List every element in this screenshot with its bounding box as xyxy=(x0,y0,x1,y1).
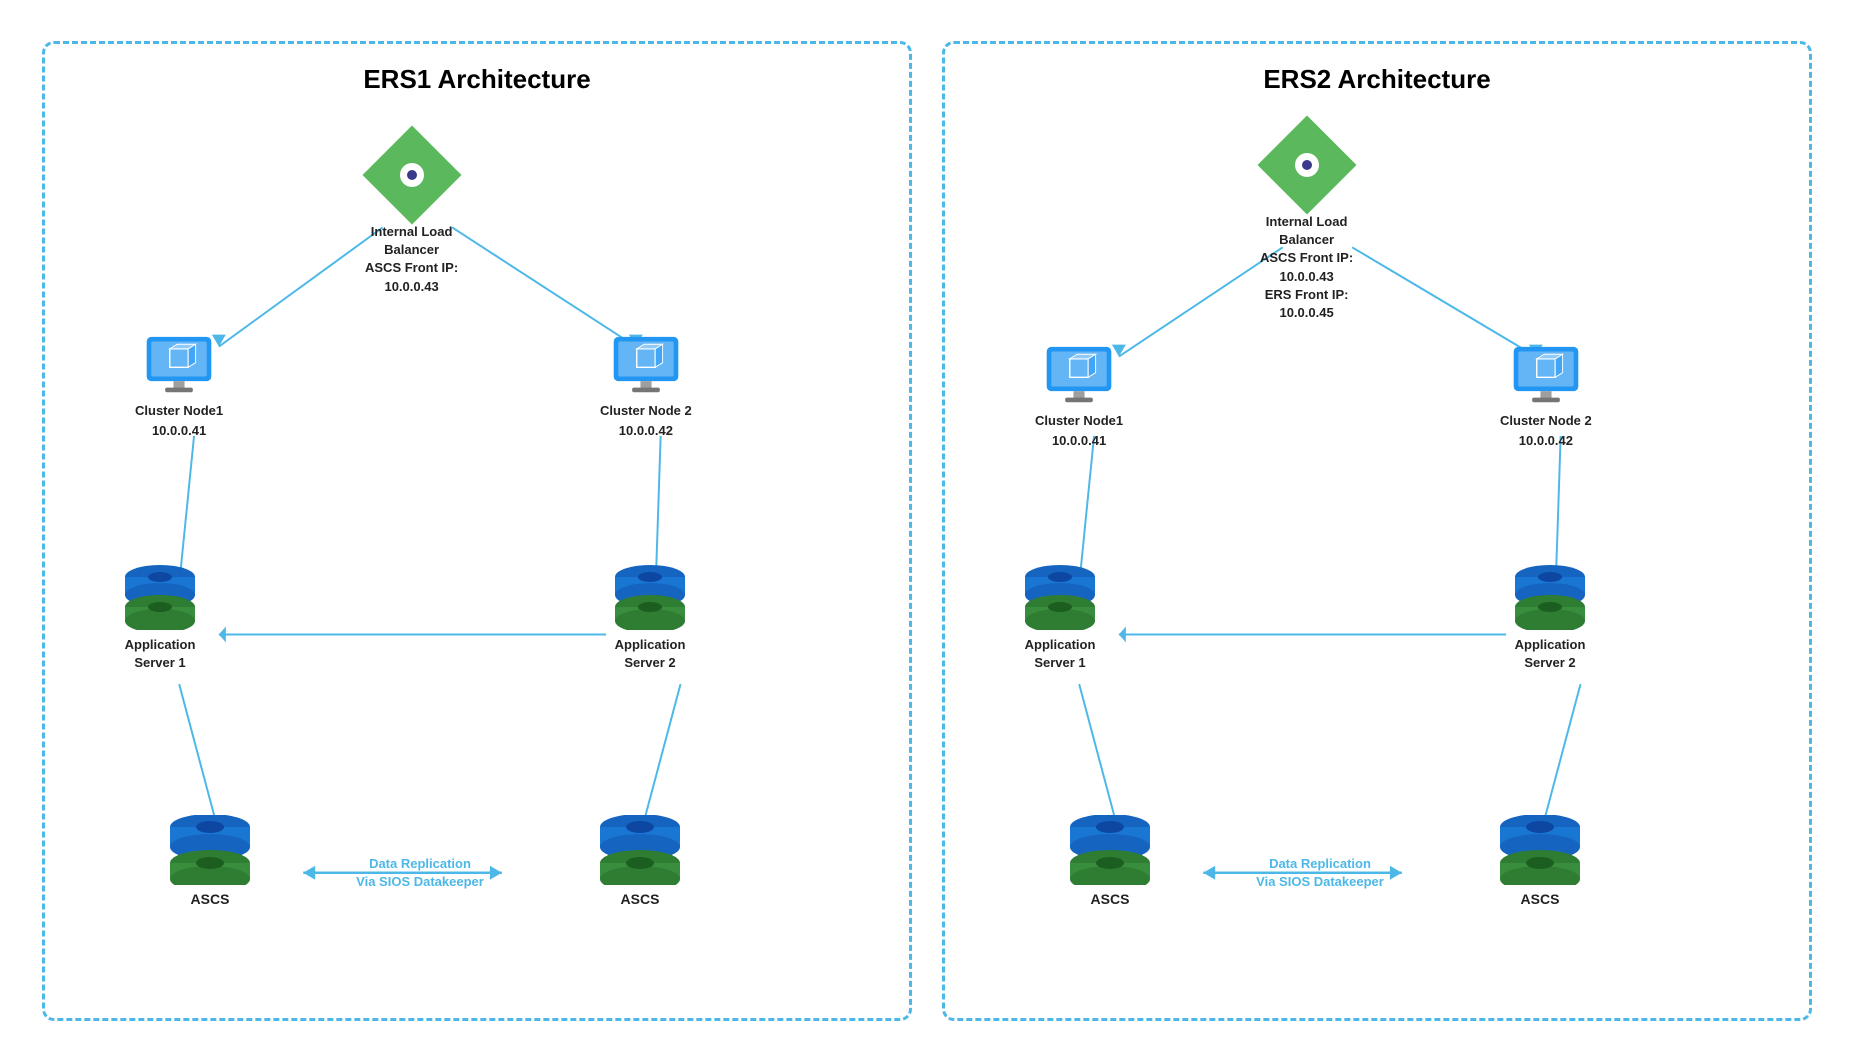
ers1-node2-label: Cluster Node 2 10.0.0.42 xyxy=(600,401,692,440)
ers2-appserver2-label: Application Server 2 xyxy=(1515,636,1586,672)
ers1-ascs2-label: ASCS xyxy=(621,891,660,907)
ers1-lb-icon: ✛ Internal Load Balancer ASCS Front IP: … xyxy=(365,135,458,296)
ers2-lb-icon: ✛ Internal Load Balancer ASCS Front IP: … xyxy=(1260,125,1353,322)
ers2-ascs1: ASCS xyxy=(1065,815,1155,907)
ers1-appserver1-label: Application Server 1 xyxy=(125,636,196,672)
ers2-cluster-node2: Cluster Node 2 10.0.0.42 xyxy=(1500,345,1592,450)
ers1-ascs2: ASCS xyxy=(595,815,685,907)
ers2-ascs2: ASCS xyxy=(1495,815,1585,907)
ers2-ascs1-label: ASCS xyxy=(1091,891,1130,907)
ers2-lb-label: Internal Load Balancer ASCS Front IP: 10… xyxy=(1260,213,1353,322)
ers2-ascs2-label: ASCS xyxy=(1521,891,1560,907)
ers1-ascs1: ASCS xyxy=(165,815,255,907)
ers1-appserver2: Application Server 2 xyxy=(610,565,690,672)
ers2-replication-label: Data Replication Via SIOS Datakeeper xyxy=(1220,855,1420,891)
page-container: ERS1 Architecture xyxy=(0,0,1854,1062)
ers2-diagram: ✛ Internal Load Balancer ASCS Front IP: … xyxy=(965,105,1789,1025)
ers1-title: ERS1 Architecture xyxy=(65,64,889,95)
ers1-cluster-node2: Cluster Node 2 10.0.0.42 xyxy=(600,335,692,440)
ers1-box: ERS1 Architecture xyxy=(42,41,912,1021)
ers1-appserver2-label: Application Server 2 xyxy=(615,636,686,672)
ers2-appserver1-label: Application Server 1 xyxy=(1025,636,1096,672)
ers1-diagram: ✛ Internal Load Balancer ASCS Front IP: … xyxy=(65,105,889,1025)
ers2-appserver2: Application Server 2 xyxy=(1510,565,1590,672)
ers1-cluster-node1: Cluster Node1 10.0.0.41 xyxy=(135,335,223,440)
ers2-node1-label: Cluster Node1 10.0.0.41 xyxy=(1035,411,1123,450)
ers1-appserver1: Application Server 1 xyxy=(120,565,200,672)
ers2-title: ERS2 Architecture xyxy=(965,64,1789,95)
ers1-ascs1-label: ASCS xyxy=(191,891,230,907)
ers2-node2-label: Cluster Node 2 10.0.0.42 xyxy=(1500,411,1592,450)
ers2-cluster-node1: Cluster Node1 10.0.0.41 xyxy=(1035,345,1123,450)
ers1-node1-label: Cluster Node1 10.0.0.41 xyxy=(135,401,223,440)
ers2-appserver1: Application Server 1 xyxy=(1020,565,1100,672)
ers2-box: ERS2 Architecture xyxy=(942,41,1812,1021)
ers1-replication-label: Data Replication Via SIOS Datakeeper xyxy=(320,855,520,891)
ers1-lb-label: Internal Load Balancer ASCS Front IP: 10… xyxy=(365,223,458,296)
